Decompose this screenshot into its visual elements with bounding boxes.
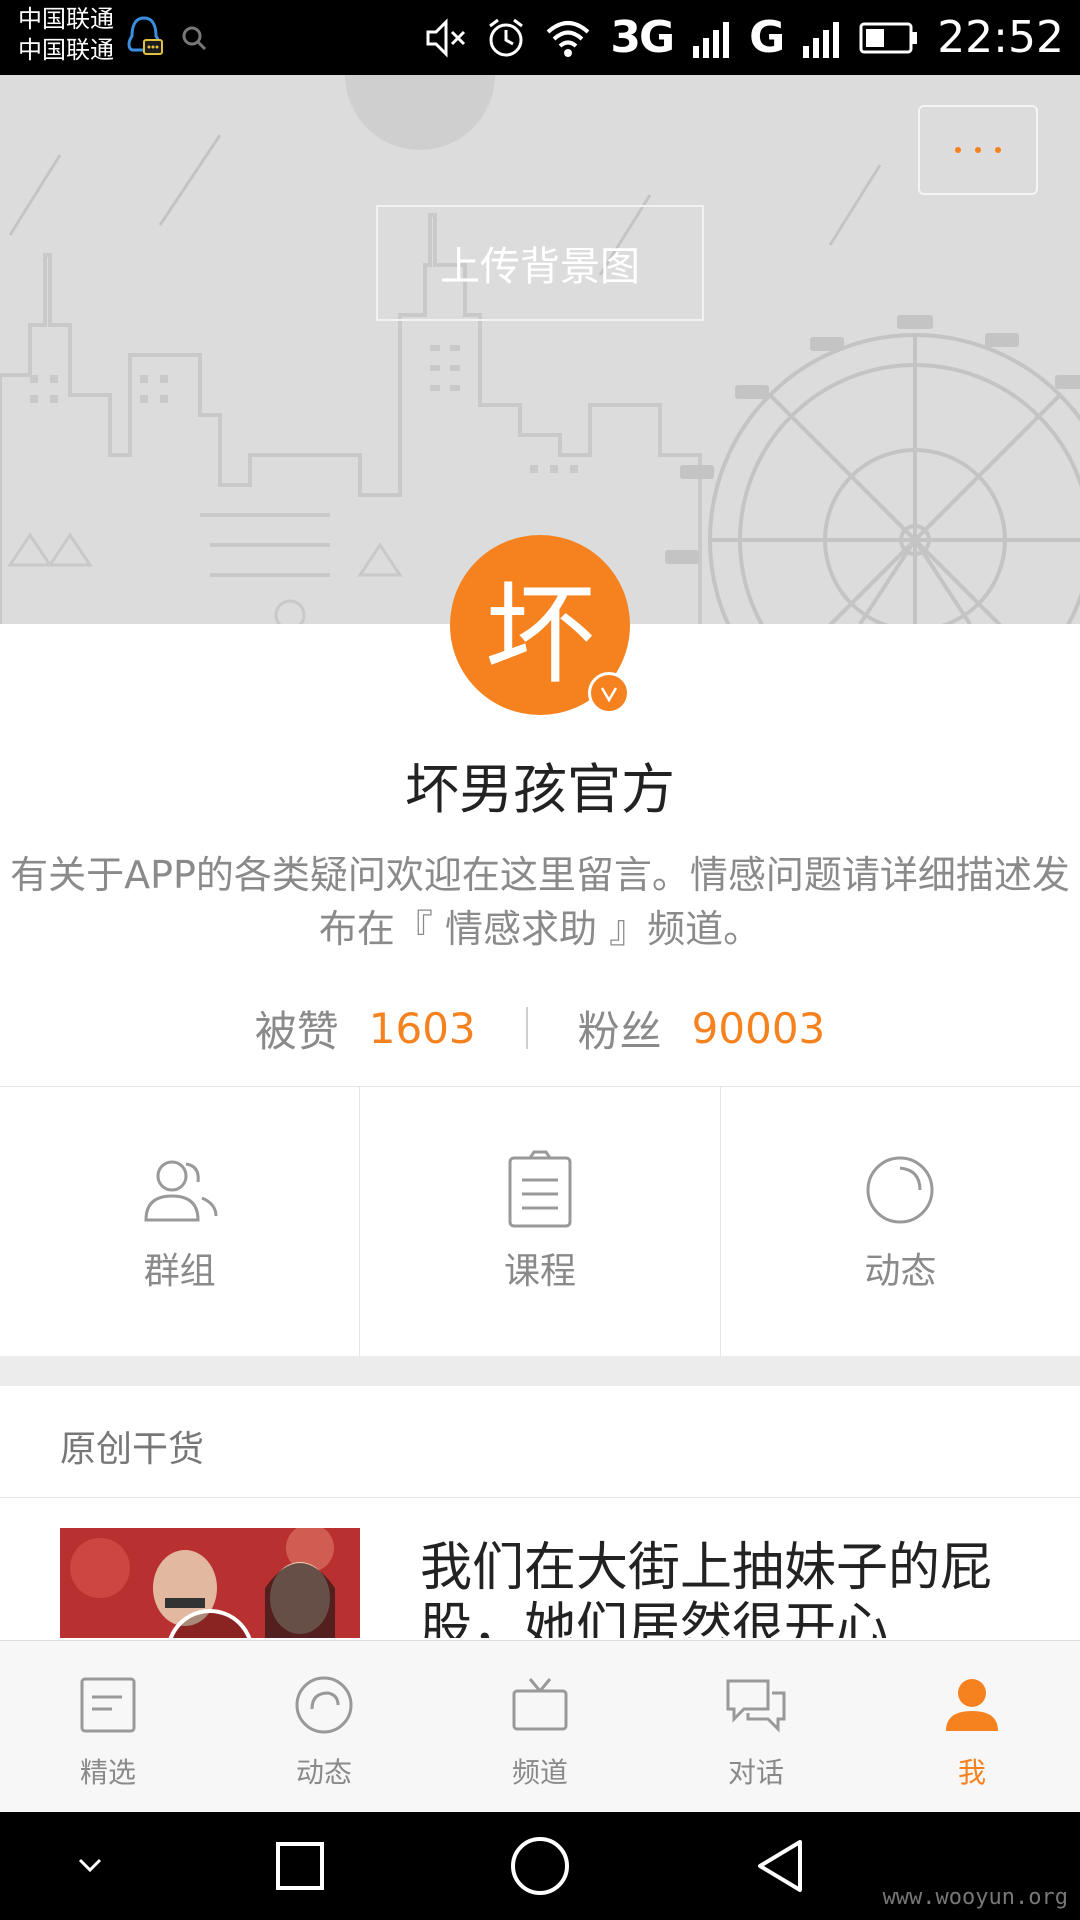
tab-label: 精选 bbox=[79, 1756, 136, 1789]
likes-count: 1603 bbox=[368, 1003, 476, 1053]
circle-icon bbox=[511, 1837, 569, 1895]
group-icon bbox=[144, 1160, 218, 1221]
qq-notification-icon bbox=[127, 16, 163, 55]
recent-apps-button[interactable] bbox=[260, 1812, 340, 1920]
system-nav-bar: www.wooyun.org bbox=[0, 1812, 1080, 1920]
clock: 22:52 bbox=[937, 12, 1064, 63]
mute-icon bbox=[426, 17, 466, 58]
feature-label: 群组 bbox=[143, 1250, 216, 1292]
tab-moments[interactable]: 动态 bbox=[216, 1641, 432, 1812]
signal-2-icon bbox=[803, 21, 840, 58]
network-type-2: G bbox=[749, 12, 785, 63]
tv-icon bbox=[512, 1678, 568, 1731]
upload-background-button[interactable]: 上传背景图 bbox=[376, 205, 704, 321]
bottom-tab-bar: 精选 动态 频道 对话 我 bbox=[0, 1640, 1080, 1812]
tab-label: 对话 bbox=[727, 1756, 784, 1789]
avatar-text: 坏 bbox=[485, 571, 595, 699]
profile-name: 坏男孩官方 bbox=[405, 758, 675, 821]
likes-label: 被赞 bbox=[254, 1006, 339, 1056]
carrier-1: 中国联通 bbox=[18, 5, 114, 33]
tab-me[interactable]: 我 bbox=[864, 1641, 1080, 1812]
battery-icon bbox=[859, 22, 918, 53]
home-button[interactable] bbox=[500, 1812, 580, 1920]
moments-icon bbox=[866, 1156, 934, 1223]
feature-label: 课程 bbox=[503, 1250, 576, 1292]
feature-group-button[interactable]: 群组 bbox=[0, 1087, 361, 1356]
tab-label: 我 bbox=[957, 1756, 986, 1789]
back-triangle-icon bbox=[758, 1840, 802, 1892]
course-icon bbox=[508, 1150, 572, 1227]
fans-count[interactable]: 90003 bbox=[692, 1004, 826, 1053]
square-icon bbox=[276, 1842, 324, 1890]
profile-stats: 被赞 1603 粉丝 90003 bbox=[0, 995, 1080, 1061]
feature-course-button[interactable]: 课程 bbox=[360, 1087, 721, 1356]
verified-badge-icon bbox=[588, 672, 630, 714]
network-type-1: 3G bbox=[610, 12, 675, 63]
status-icons: 3G G 22:52 bbox=[424, 0, 1064, 75]
back-button[interactable] bbox=[740, 1812, 820, 1920]
tab-label: 动态 bbox=[295, 1756, 352, 1789]
video-thumbnail-image bbox=[60, 1528, 360, 1638]
section-underline bbox=[0, 1497, 1080, 1498]
wifi-icon bbox=[546, 20, 590, 57]
article-thumbnail[interactable] bbox=[60, 1528, 360, 1638]
search-icon bbox=[182, 26, 207, 51]
alarm-icon bbox=[489, 18, 524, 56]
article-title[interactable]: 我们在大街上抽妹子的屁股，她们居然很开心 bbox=[420, 1538, 1040, 1638]
featured-icon bbox=[80, 1677, 136, 1733]
stats-divider bbox=[525, 1007, 528, 1049]
tab-label: 频道 bbox=[511, 1756, 568, 1789]
watermark: www.wooyun.org bbox=[882, 1885, 1068, 1910]
chevron-down-icon bbox=[78, 1858, 102, 1873]
person-icon bbox=[946, 1679, 998, 1731]
tab-chat[interactable]: 对话 bbox=[648, 1641, 864, 1812]
feature-label: 动态 bbox=[864, 1250, 937, 1292]
section-title: 原创干货 bbox=[60, 1429, 205, 1470]
more-button[interactable] bbox=[918, 105, 1038, 195]
carrier-2: 中国联通 bbox=[18, 36, 114, 64]
article-item[interactable]: 我们在大街上抽妹子的屁股，她们居然很开心 bbox=[0, 1528, 1080, 1638]
chat-icon bbox=[726, 1679, 786, 1733]
hide-nav-button[interactable] bbox=[50, 1812, 130, 1920]
profile-bio: 有关于APP的各类疑问欢迎在这里留言。情感问题请详细描述发布在『 情感求助 』频… bbox=[10, 853, 1070, 951]
tab-channels[interactable]: 频道 bbox=[432, 1641, 648, 1812]
more-dots-icon bbox=[995, 147, 1001, 153]
feature-grid: 群组 课程 动态 bbox=[0, 1086, 1080, 1356]
fans-label[interactable]: 粉丝 bbox=[578, 998, 662, 1059]
tab-featured[interactable]: 精选 bbox=[0, 1641, 216, 1812]
carrier-names: 中国联通 中国联通 bbox=[18, 4, 114, 66]
moments-icon bbox=[295, 1676, 353, 1734]
feature-moments-button[interactable]: 动态 bbox=[721, 1087, 1080, 1356]
signal-1-icon bbox=[693, 21, 730, 58]
more-dots-icon bbox=[975, 147, 981, 153]
more-dots-icon bbox=[955, 147, 961, 153]
status-bar: 中国联通 中国联通 3G G 22:52 bbox=[0, 0, 1080, 75]
section-divider bbox=[0, 1356, 1080, 1386]
